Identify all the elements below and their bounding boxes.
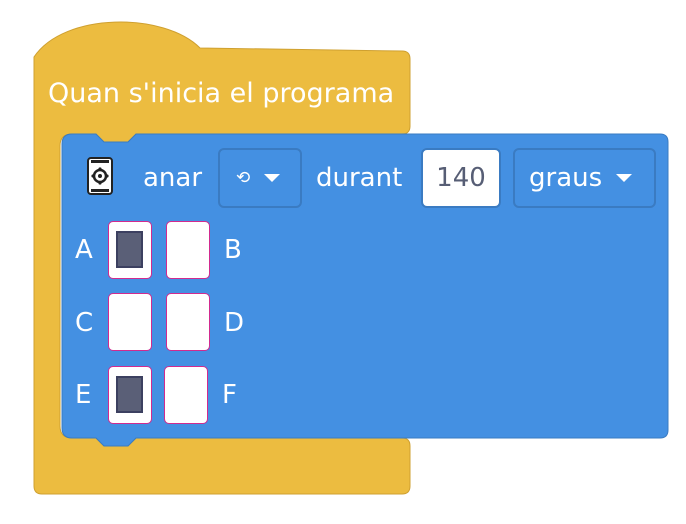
rotate-ccw-icon: ⟲: [236, 168, 251, 188]
port-label-c: C: [75, 308, 94, 338]
port-d-toggle[interactable]: [166, 293, 210, 351]
port-a-active-fill: [116, 231, 143, 268]
chevron-down-icon: [616, 174, 633, 182]
port-c-toggle[interactable]: [108, 293, 152, 351]
robot-motor-icon: [87, 157, 113, 195]
during-label: durant: [316, 163, 403, 193]
hat-block-label: Quan s'inicia el programa: [48, 78, 395, 109]
block-canvas: Quan s'inicia el programa anar ⟲ durant …: [0, 0, 686, 524]
chevron-down-icon: [264, 174, 281, 182]
port-label-e: E: [75, 380, 92, 410]
amount-input[interactable]: 140: [421, 148, 501, 208]
unit-dropdown[interactable]: graus: [513, 148, 656, 208]
port-label-f: F: [222, 380, 237, 410]
port-e-toggle[interactable]: [108, 366, 152, 424]
port-b-toggle[interactable]: [166, 221, 210, 279]
port-e-active-fill: [116, 376, 143, 413]
port-label-b: B: [224, 235, 242, 265]
port-f-toggle[interactable]: [164, 366, 208, 424]
port-label-d: D: [224, 308, 245, 338]
unit-dropdown-value: graus: [529, 163, 603, 193]
port-a-toggle[interactable]: [108, 221, 152, 279]
go-label: anar: [143, 163, 203, 193]
port-label-a: A: [75, 235, 93, 265]
direction-dropdown[interactable]: ⟲: [218, 148, 302, 208]
